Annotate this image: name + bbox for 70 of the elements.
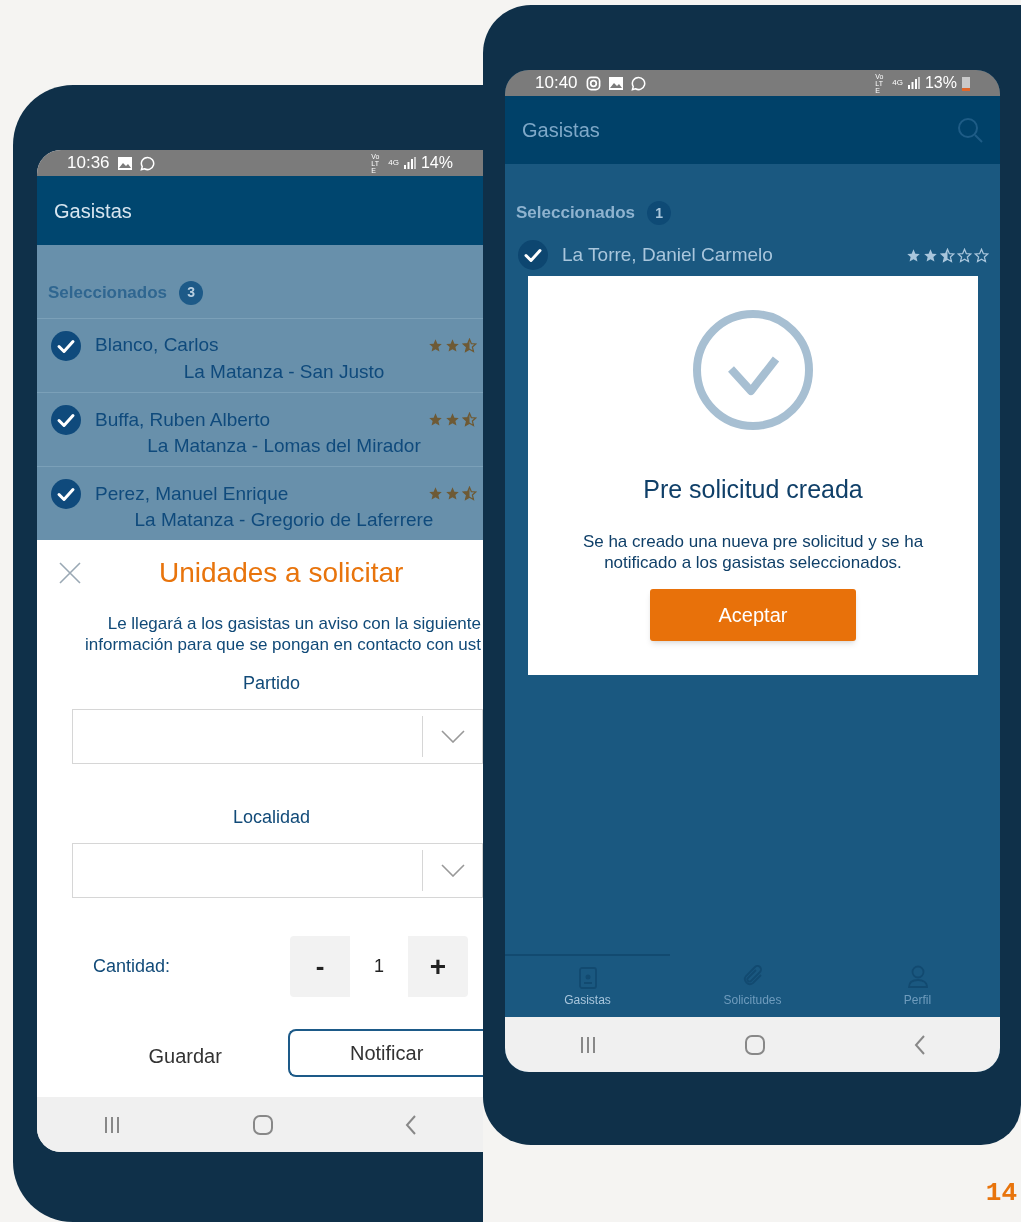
check-circle-icon (692, 309, 814, 431)
network-label: 4G (388, 159, 399, 167)
star-icon (445, 412, 460, 428)
sheet-message: Le llegará a los gasistas un aviso con la siguiente (107, 613, 481, 634)
star-icon (445, 338, 460, 354)
star-icon (906, 247, 921, 263)
section-label: Seleccionados (516, 202, 636, 225)
sheet-message: información para que se pongan en contacto con ust (85, 634, 481, 655)
provider-name: La Torre, Daniel Carmelo (562, 244, 774, 266)
chevron-down-icon (440, 864, 465, 877)
sheet-title: Unidades a solicitar (159, 556, 404, 590)
app-title: Gasistas (522, 118, 600, 143)
clock-time: 10:36 (67, 152, 110, 175)
star-icon (923, 247, 938, 263)
star-icon (940, 247, 955, 263)
battery-percent: 13% (924, 73, 957, 93)
chevron-down-icon (440, 730, 465, 743)
image-icon (117, 156, 132, 170)
provider-location: La Matanza - Lomas del Mirador (147, 434, 421, 457)
field-label: Partido (242, 672, 300, 695)
home-icon[interactable] (745, 1034, 766, 1055)
star-icon (428, 412, 443, 428)
signal-icon (907, 77, 920, 89)
clock-time: 10:40 (535, 72, 578, 95)
home-icon[interactable] (253, 1114, 273, 1135)
checked-circle-icon[interactable] (51, 404, 81, 435)
decrement-button[interactable]: - (290, 936, 350, 997)
network-label: 4G (892, 79, 903, 87)
save-button[interactable]: Guardar (86, 1032, 285, 1080)
star-icon (462, 412, 477, 428)
chat-bubble-icon (630, 75, 646, 91)
star-icon (428, 486, 443, 502)
app-title: Gasistas (54, 198, 132, 224)
count-badge: 1 (647, 201, 672, 225)
increment-button[interactable]: + (408, 936, 468, 997)
checked-circle-icon[interactable] (51, 478, 81, 509)
checked-circle-icon[interactable] (51, 330, 81, 361)
dialog-message: Se ha creado una nueva pre solicitud y se ha notificado a los gasistas seleccionados. (581, 530, 925, 573)
close-icon[interactable] (59, 562, 81, 584)
star-icon (974, 247, 989, 263)
page-number: 14 (985, 1177, 1017, 1210)
signal-icon (403, 157, 416, 169)
star-icon (428, 338, 443, 354)
dialog-title: Pre solicitud creada (643, 474, 863, 505)
recent-apps-icon[interactable] (103, 1116, 121, 1133)
dropdown-field[interactable] (72, 709, 483, 764)
quantity-label: Cantidad: (93, 955, 172, 978)
battery-icon (962, 75, 970, 91)
star-icon (445, 486, 460, 502)
provider-name: Buffa, Ruben Alberto (95, 407, 271, 432)
camera-icon (585, 75, 601, 91)
image-icon (608, 76, 623, 90)
provider-name: Perez, Manuel Enrique (95, 481, 290, 506)
provider-location: La Matanza - San Justo (183, 360, 385, 383)
star-icon (462, 486, 477, 502)
back-icon[interactable] (913, 1034, 926, 1055)
dropdown-field[interactable] (72, 843, 483, 898)
recent-apps-icon[interactable] (579, 1036, 598, 1053)
back-icon[interactable] (405, 1114, 417, 1135)
battery-percent: 14% (420, 153, 453, 173)
count-badge: 3 (179, 280, 204, 305)
checked-circle-icon[interactable] (518, 240, 548, 270)
quantity-value: 1 (350, 936, 408, 997)
field-label: Localidad (232, 806, 311, 829)
provider-name: Blanco, Carlos (95, 333, 220, 358)
chat-bubble-icon (139, 155, 155, 171)
section-label: Seleccionados (48, 282, 168, 305)
star-icon (462, 338, 477, 354)
provider-location: La Matanza - Gregorio de Laferrere (134, 508, 434, 531)
star-icon (957, 247, 972, 263)
